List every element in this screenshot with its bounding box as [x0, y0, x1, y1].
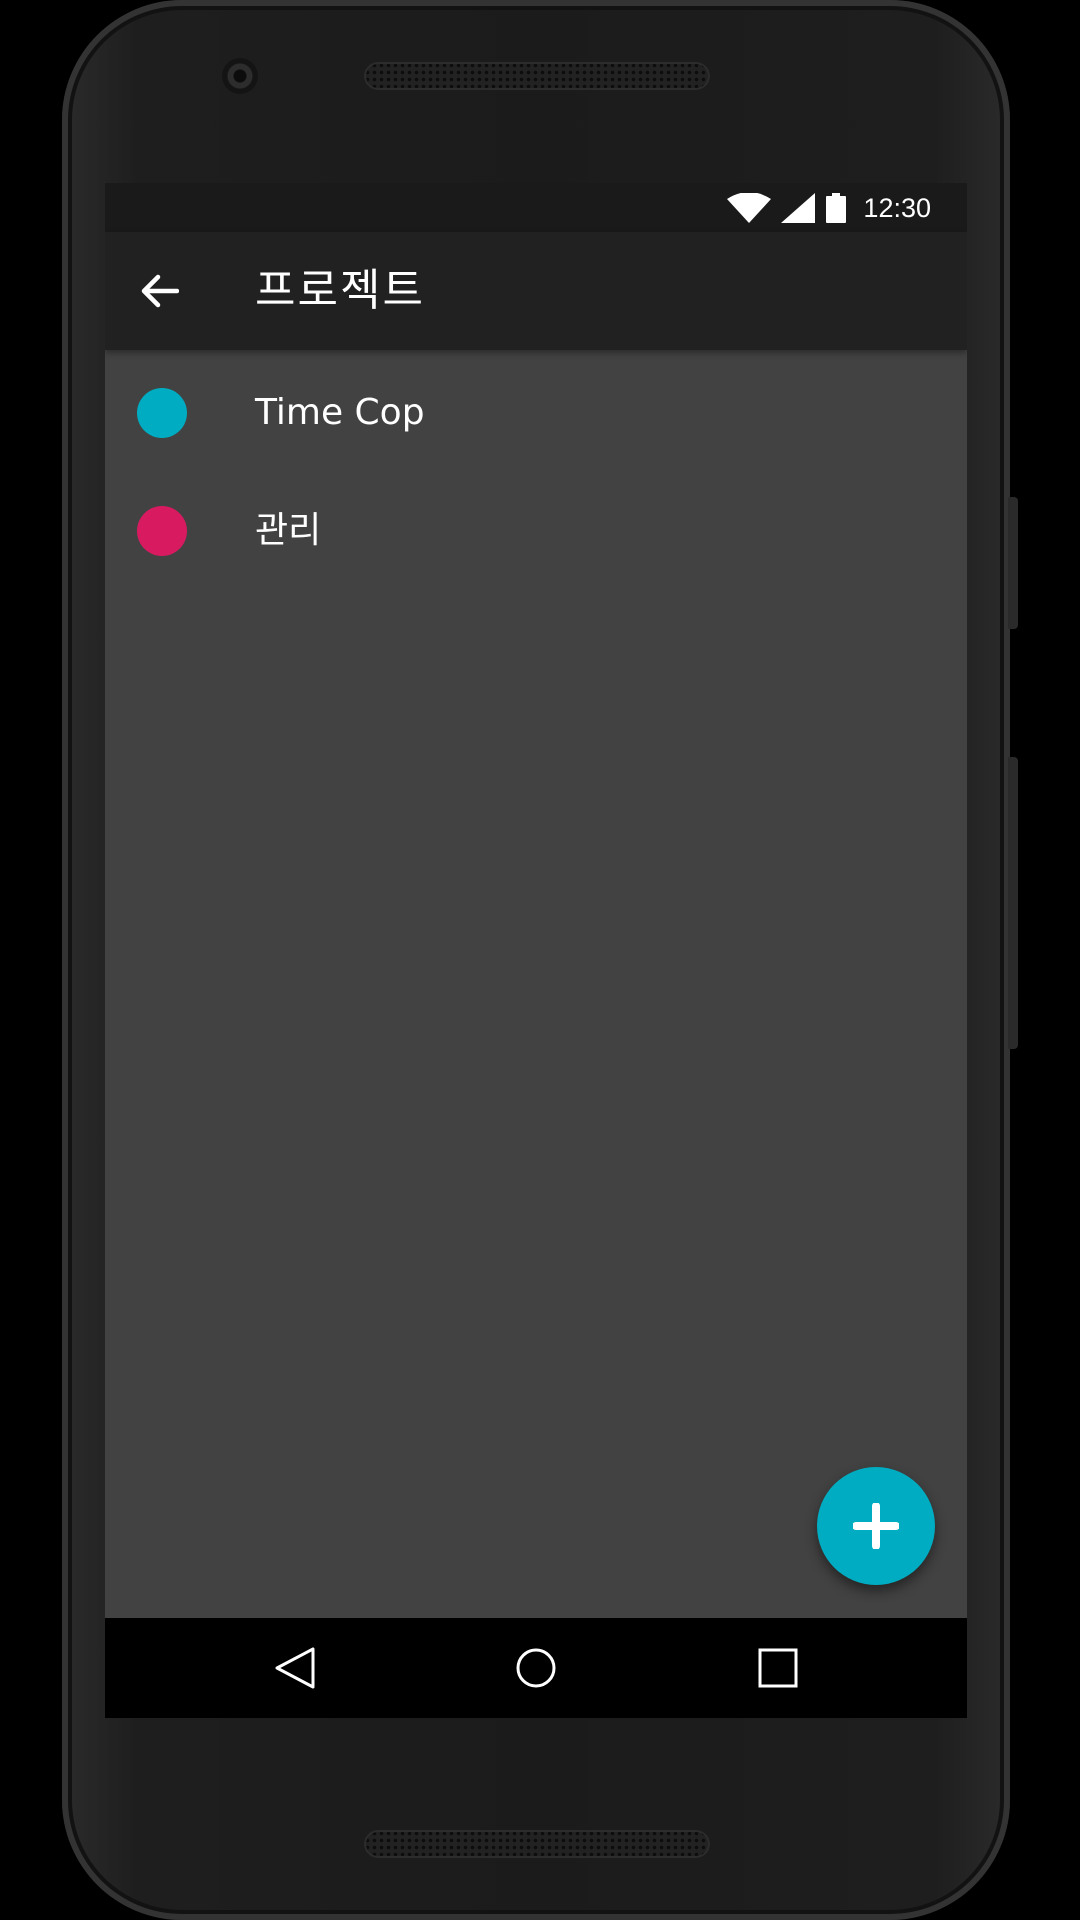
bottom-speaker-grille: [364, 1830, 710, 1858]
plus-icon: [853, 1503, 899, 1549]
project-name: 관리: [255, 510, 322, 551]
nav-home-button[interactable]: [506, 1638, 566, 1698]
page-title: 프로젝트: [255, 265, 425, 316]
status-time: 12:30: [863, 192, 931, 223]
nav-back-button[interactable]: [265, 1638, 325, 1698]
app-bar: 프로젝트: [105, 232, 967, 350]
screen: 12:30 프로젝트 Time Cop 관리: [105, 183, 967, 1718]
nav-recents-button[interactable]: [748, 1638, 808, 1698]
wifi-icon: [727, 193, 772, 223]
navigation-bar: [105, 1618, 967, 1718]
cellular-signal-icon: [781, 193, 816, 223]
back-triangle-icon: [275, 1647, 315, 1689]
front-camera: [222, 58, 258, 94]
battery-icon: [826, 193, 847, 223]
back-button[interactable]: [125, 257, 193, 325]
power-button: [1008, 497, 1018, 629]
project-item-management[interactable]: 관리: [105, 468, 967, 586]
recents-square-icon: [758, 1648, 798, 1688]
project-color-dot: [137, 388, 187, 438]
add-project-button[interactable]: [817, 1467, 935, 1585]
status-bar: 12:30: [105, 183, 967, 232]
project-item-time-cop[interactable]: Time Cop: [105, 350, 967, 468]
volume-rocker: [1008, 757, 1018, 1049]
project-name: Time Cop: [255, 392, 425, 433]
arrow-back-icon: [141, 274, 179, 308]
project-color-dot: [137, 506, 187, 556]
top-speaker-grille: [364, 62, 710, 90]
home-circle-icon: [516, 1648, 556, 1688]
project-list: Time Cop 관리: [105, 350, 967, 586]
